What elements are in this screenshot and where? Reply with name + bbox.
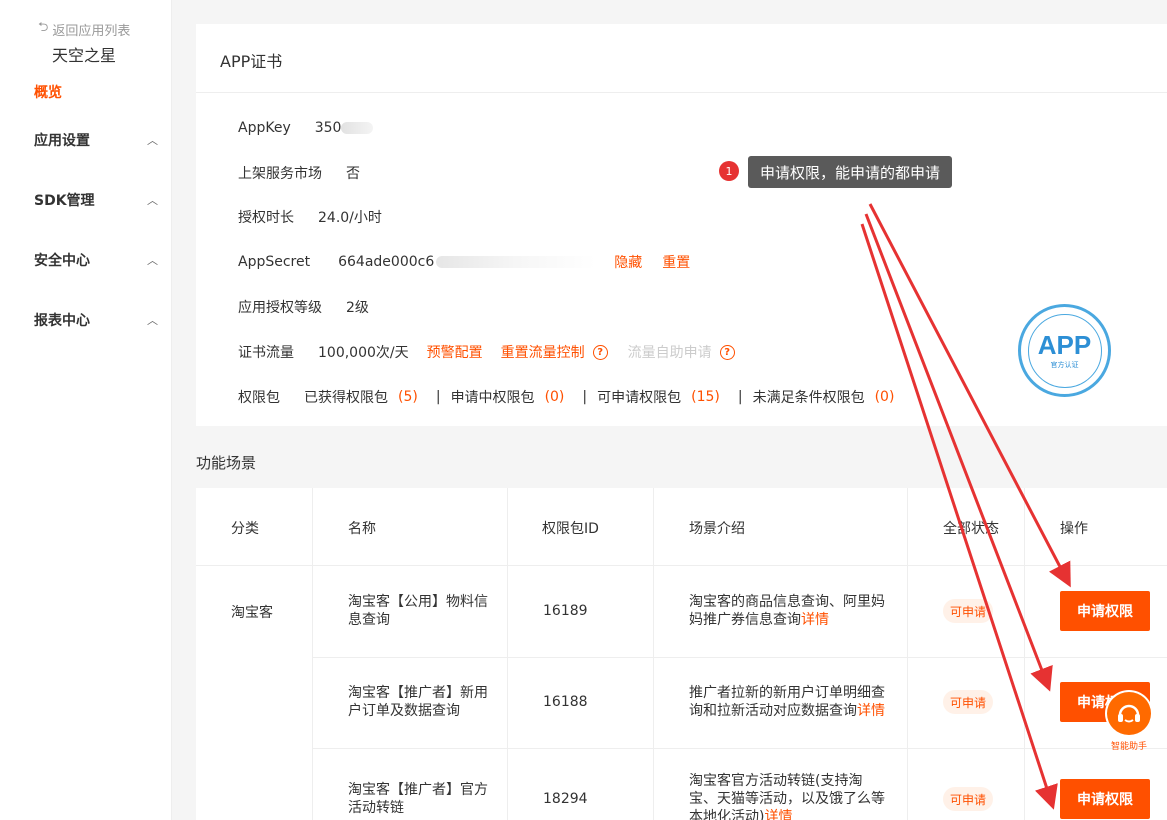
perm-available-link[interactable]: 可申请权限包 (597, 387, 681, 407)
apply-permission-button[interactable]: 申请权限 (1060, 779, 1150, 819)
nav-group-label: SDK管理 (34, 193, 95, 209)
perm-available-count: (15) (691, 389, 720, 405)
redacted-mask (341, 122, 374, 134)
secret-row: AppSecret 664ade000c6 隐藏 重置 (238, 252, 690, 272)
perm-unmet-count: (0) (874, 389, 895, 405)
official-app-seal-icon: APP 官方认证 (1018, 304, 1111, 397)
reset-traffic-control-link[interactable]: 重置流量控制 (501, 342, 585, 362)
table-row-id: 16189 (543, 603, 588, 619)
table-row-id: 16188 (543, 694, 588, 710)
nav-group-reports[interactable]: 报表中心 ︿ (34, 310, 158, 330)
chevron-up-icon: ︿ (147, 254, 158, 267)
table-row-name: 淘宝客【公用】物料信 息查询 (348, 594, 488, 628)
market-row: 上架服务市场 否 (238, 163, 360, 183)
sidebar: ⮌ 返回应用列表 天空之星 概览 应用设置 ︿ SDK管理 ︿ 安全中心 ︿ 报… (0, 0, 172, 820)
appkey-row: AppKey 350 (238, 120, 374, 136)
table-row-name: 淘宝客【推广者】新用 户订单及数据查询 (348, 685, 488, 719)
nav-group-label: 安全中心 (34, 253, 90, 269)
secret-label: AppSecret (238, 254, 311, 270)
perm-unmet-link[interactable]: 未满足条件权限包 (753, 387, 865, 407)
chevron-up-icon: ︿ (147, 194, 158, 207)
back-label: 返回应用列表 (52, 23, 131, 39)
callout-step-badge: 1 (719, 161, 739, 181)
reset-secret-link[interactable]: 重置 (662, 252, 690, 272)
hide-secret-link[interactable]: 隐藏 (614, 252, 642, 272)
status-badge: 可申请 (943, 599, 993, 623)
col-header-category: 分类 (231, 521, 259, 537)
nav-group-label: 应用设置 (34, 133, 90, 149)
nav-overview[interactable]: 概览 (34, 82, 62, 102)
detail-link[interactable]: 详情 (801, 612, 829, 628)
perm-applying-link[interactable]: 申请中权限包 (451, 387, 535, 407)
traffic-label: 证书流量 (238, 345, 294, 361)
back-to-app-list-link[interactable]: ⮌ 返回应用列表 (38, 18, 130, 40)
status-badge: 可申请 (943, 787, 993, 811)
nav-group-label: 报表中心 (34, 313, 90, 329)
table-row-desc: 推广者拉新的新用户订单明细查 询和拉新活动对应数据查询详情 (689, 685, 885, 719)
chevron-up-icon: ︿ (147, 314, 158, 327)
secret-value: 664ade000c6 (338, 254, 435, 270)
seal-sub-text: 官方认证 (1050, 360, 1079, 369)
permission-row: 权限包 已获得权限包 (5) | 申请中权限包 (0) | 可申请权限包 (15… (238, 387, 894, 407)
smart-assistant-button[interactable]: 智能助手 (1103, 690, 1155, 752)
perm-obtained-count: (5) (398, 389, 418, 405)
traffic-row: 证书流量 100,000次/天 预警配置 重置流量控制 ? 流量自助申请 ? (238, 342, 735, 362)
alert-config-link[interactable]: 预警配置 (427, 342, 483, 362)
appkey-value: 350 (314, 120, 342, 136)
headset-icon (1105, 690, 1153, 737)
detail-link[interactable]: 详情 (857, 703, 885, 719)
appkey-label: AppKey (238, 120, 291, 136)
app-name: 天空之星 (52, 46, 117, 65)
nav-group-sdk[interactable]: SDK管理 ︿ (34, 190, 158, 210)
duration-label: 授权时长 (238, 210, 294, 226)
divider (196, 92, 1167, 93)
separator: | (435, 389, 441, 405)
callout-tooltip: 申请权限，能申请的都申请 (748, 156, 953, 188)
redacted-mask (436, 256, 597, 268)
separator: | (737, 389, 743, 405)
apply-permission-button[interactable]: 申请权限 (1060, 591, 1150, 631)
market-value: 否 (346, 166, 360, 182)
traffic-value: 100,000次/天 (318, 345, 409, 361)
undo-arrow-icon: ⮌ (38, 20, 49, 35)
seal-main-text: APP (1037, 329, 1092, 360)
duration-row: 授权时长 24.0/小时 (238, 207, 382, 227)
perm-obtained-link[interactable]: 已获得权限包 (304, 387, 388, 407)
table-row-desc: 淘宝客官方活动转链(支持淘 宝、天猫等活动，以及饿了么等 本地化活动)详情 (689, 772, 885, 820)
help-icon[interactable]: ? (592, 344, 608, 360)
table-row-desc: 淘宝客的商品信息查询、阿里妈 妈推广券信息查询详情 (689, 594, 885, 628)
col-header-id: 权限包ID (542, 521, 599, 537)
nav-group-app-settings[interactable]: 应用设置 ︿ (34, 130, 158, 150)
self-apply-traffic-link[interactable]: 流量自助申请 (628, 342, 712, 362)
table-row-name: 淘宝客【推广者】官方 活动转链 (348, 782, 488, 816)
separator: | (582, 389, 588, 405)
category-cell: 淘宝客 (231, 605, 273, 621)
nav-group-security[interactable]: 安全中心 ︿ (34, 250, 158, 270)
chevron-up-icon: ︿ (147, 134, 158, 147)
card-title: APP证书 (220, 52, 283, 71)
level-label: 应用授权等级 (238, 300, 322, 316)
col-header-action: 操作 (1060, 521, 1088, 537)
table-header: 分类 名称 权限包ID 场景介绍 全部状态 操作 (196, 488, 1167, 566)
section-title: 功能场景 (196, 454, 257, 472)
table-row-id: 18294 (543, 791, 588, 807)
col-header-status-filter[interactable]: 全部状态 (943, 518, 999, 538)
col-header-desc: 场景介绍 (689, 521, 745, 537)
help-icon[interactable]: ? (719, 344, 735, 360)
permission-label: 权限包 (238, 390, 280, 406)
level-value: 2级 (346, 300, 369, 316)
level-row: 应用授权等级 2级 (238, 297, 369, 317)
market-label: 上架服务市场 (238, 166, 322, 182)
scenes-table: 分类 名称 权限包ID 场景介绍 全部状态 操作 淘宝客 淘宝客【公用】物料信 … (196, 488, 1167, 820)
perm-applying-count: (0) (544, 389, 565, 405)
assistant-label: 智能助手 (1110, 742, 1147, 752)
duration-value: 24.0/小时 (318, 210, 382, 226)
detail-link[interactable]: 详情 (764, 809, 792, 820)
col-header-name: 名称 (348, 521, 376, 537)
status-badge: 可申请 (943, 690, 993, 714)
